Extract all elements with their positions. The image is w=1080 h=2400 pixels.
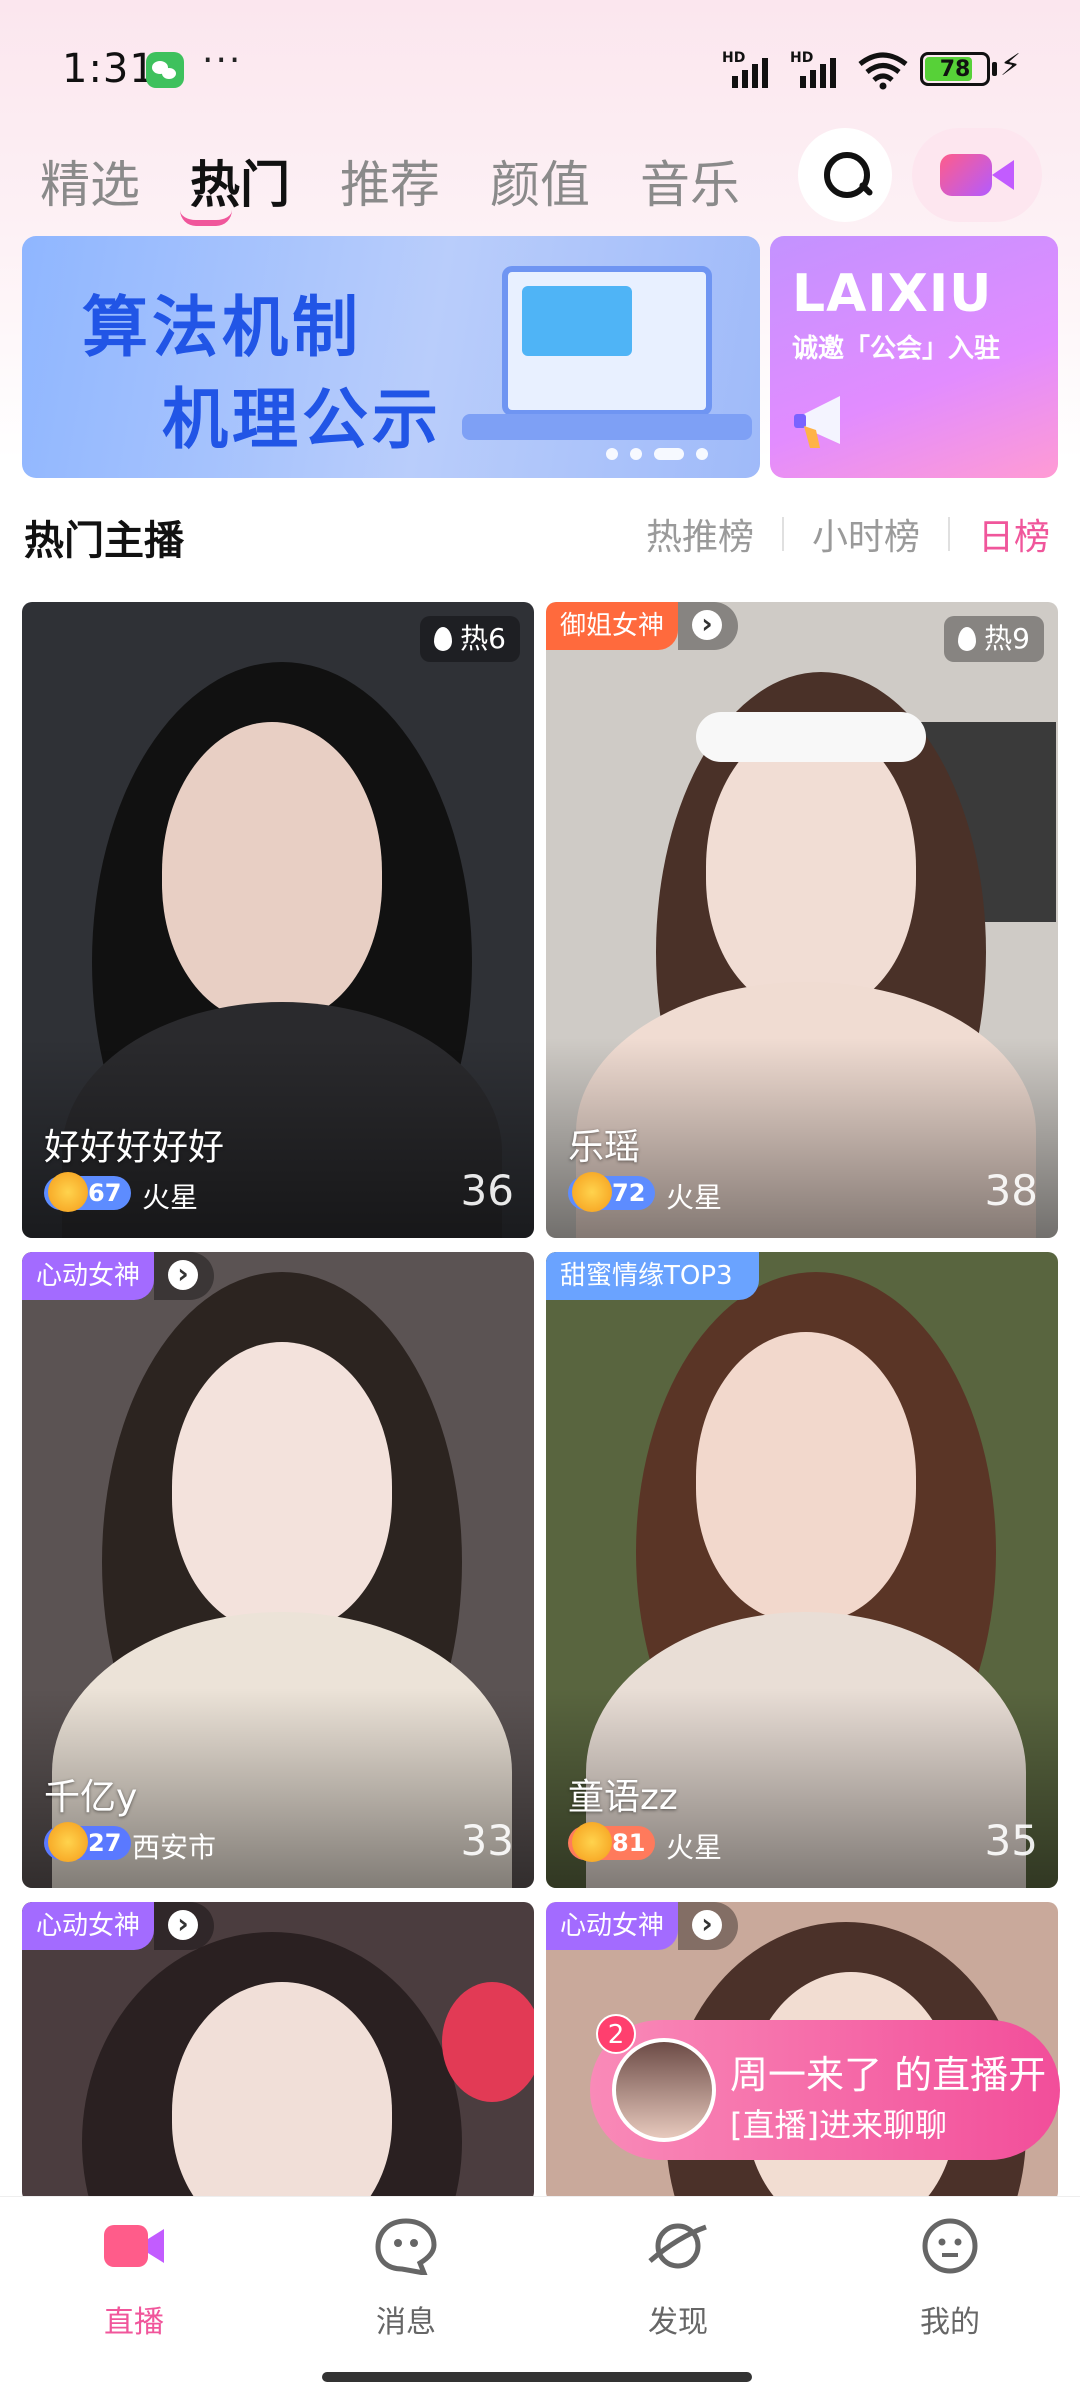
card-category-tag[interactable]: 心动女神 xyxy=(22,1252,215,1300)
streamer-location: 西安市 xyxy=(132,1831,217,1864)
banner-line-1: 算法机制 xyxy=(82,289,362,366)
tab-yanzhi[interactable]: 颜值 xyxy=(490,140,640,230)
tab-tuijian[interactable]: 推荐 xyxy=(340,140,490,230)
rank-tab-hot-recommend[interactable]: 热推榜 xyxy=(646,508,754,560)
streamer-card[interactable]: 心动女神 xyxy=(22,1902,534,2202)
level-badge: 27 xyxy=(44,1822,132,1862)
status-bar: 1:31 ··· HD HD 78 ⚡ xyxy=(0,0,1080,130)
message-bubble-icon xyxy=(375,2218,437,2277)
notification-count-badge: 2 xyxy=(596,2014,636,2054)
nav-item-discover[interactable]: 发现 xyxy=(618,2217,738,2341)
notification-title: 周一来了 的直播开 xyxy=(730,2053,1047,2097)
card-category-tag[interactable]: 御姐女神 xyxy=(546,602,739,650)
rank-tab-daily[interactable]: 日榜 xyxy=(978,508,1050,560)
ranking-tabs: 热推榜 小时榜 日榜 xyxy=(646,508,1050,560)
nav-label: 发现 xyxy=(648,2305,708,2340)
rank-tab-hourly[interactable]: 小时榜 xyxy=(812,508,920,560)
rank-divider xyxy=(947,517,950,551)
bottom-navigation: 直播 消息 发现 我的 xyxy=(0,2196,1080,2400)
megaphone-icon xyxy=(794,396,840,448)
chevron-right-icon xyxy=(678,1902,739,1950)
banner-page-dots xyxy=(606,448,708,460)
card-category-tag[interactable]: 甜蜜情缘TOP3 xyxy=(546,1252,759,1300)
battery-percent: 78 xyxy=(939,57,971,82)
fire-icon xyxy=(434,627,453,651)
viewer-count: 33 xyxy=(460,1816,514,1865)
viewer-count: 38 xyxy=(984,1166,1038,1215)
streamer-card[interactable]: 热6 好好好好好 67 火星 36 xyxy=(22,602,534,1238)
active-tab-indicator xyxy=(180,210,232,226)
streamer-name: 童语zz xyxy=(568,1777,678,1818)
viewer-count: 36 xyxy=(460,1166,514,1215)
heat-badge: 热9 xyxy=(944,616,1044,662)
tab-jingxuan[interactable]: 精选 xyxy=(40,140,190,230)
home-indicator[interactable] xyxy=(322,2372,752,2382)
nav-label: 消息 xyxy=(376,2305,436,2340)
battery-cap xyxy=(992,62,997,76)
fire-icon xyxy=(958,627,977,651)
wifi-icon xyxy=(858,52,908,90)
nav-label: 我的 xyxy=(920,2305,980,2340)
algorithm-disclosure-banner[interactable]: 算法机制 机理公示 xyxy=(22,236,760,478)
signal-strength-icon: HD xyxy=(790,50,848,88)
streamer-name: 好好好好好 xyxy=(44,1127,225,1168)
rank-divider xyxy=(781,517,784,551)
more-notifications-icon: ··· xyxy=(202,40,243,81)
video-camera-icon xyxy=(940,154,992,196)
chevron-right-icon xyxy=(678,602,739,650)
streamer-name: 乐瑶 xyxy=(568,1127,641,1168)
live-start-notification[interactable]: 周一来了 的直播开 [直播]进来聊聊 xyxy=(590,2020,1060,2160)
status-time: 1:31 xyxy=(62,46,156,92)
start-live-button[interactable] xyxy=(912,128,1042,222)
wechat-notification-icon xyxy=(146,52,184,88)
live-streaming-app-screen: 1:31 ··· HD HD 78 ⚡ 精选 热门 推荐 颜值 音乐 算法机制 … xyxy=(0,0,1080,2400)
card-category-tag[interactable]: 心动女神 xyxy=(546,1902,739,1950)
chevron-right-icon xyxy=(154,1252,215,1300)
viewer-count: 35 xyxy=(984,1816,1038,1865)
top-category-tabs: 精选 热门 推荐 颜值 音乐 xyxy=(40,140,790,230)
notification-subtitle: [直播]进来聊聊 xyxy=(730,2106,947,2144)
laptop-base-illustration xyxy=(462,414,752,440)
streamer-card[interactable]: 甜蜜情缘TOP3 童语zz 81 火星 35 xyxy=(546,1252,1058,1888)
nav-label: 直播 xyxy=(104,2305,164,2340)
level-badge: 67 xyxy=(44,1172,132,1212)
banner-line-2: 机理公示 xyxy=(162,381,442,458)
battery-icon: 78 xyxy=(920,52,990,86)
nav-item-profile[interactable]: 我的 xyxy=(890,2217,1010,2341)
level-badge: 72 xyxy=(568,1172,656,1212)
profile-face-icon xyxy=(922,2218,978,2274)
nav-item-live[interactable]: 直播 xyxy=(74,2217,194,2341)
tab-yinyue[interactable]: 音乐 xyxy=(640,140,790,230)
streamer-location: 火星 xyxy=(142,1181,199,1214)
signal-strength-icon: HD xyxy=(722,50,780,88)
chevron-right-icon xyxy=(154,1902,215,1950)
streamer-card[interactable]: 心动女神 千亿y 27 西安市 33 xyxy=(22,1252,534,1888)
planet-icon xyxy=(648,2223,707,2269)
search-button[interactable] xyxy=(798,128,892,222)
streamer-location: 火星 xyxy=(666,1831,723,1864)
avatar xyxy=(612,2038,716,2142)
card-category-tag[interactable]: 心动女神 xyxy=(22,1902,215,1950)
banner-invite-text: 诚邀「公会」入驻 xyxy=(792,334,1001,364)
banner-brand-title: LAIXIU xyxy=(792,264,993,324)
streamer-name: 千亿y xyxy=(44,1777,138,1818)
heat-badge: 热6 xyxy=(420,616,520,662)
live-camera-icon xyxy=(104,2225,164,2267)
hot-streamers-title: 热门主播 xyxy=(24,518,184,564)
browser-window-illustration xyxy=(522,286,632,356)
streamer-location: 火星 xyxy=(666,1181,723,1214)
streamer-card[interactable]: 御姐女神 热9 乐瑶 72 火星 38 xyxy=(546,602,1058,1238)
guild-invite-banner[interactable]: LAIXIU 诚邀「公会」入驻 xyxy=(770,236,1058,478)
charging-icon: ⚡ xyxy=(1000,48,1022,83)
nav-item-messages[interactable]: 消息 xyxy=(346,2217,466,2341)
level-badge: 81 xyxy=(568,1822,656,1862)
